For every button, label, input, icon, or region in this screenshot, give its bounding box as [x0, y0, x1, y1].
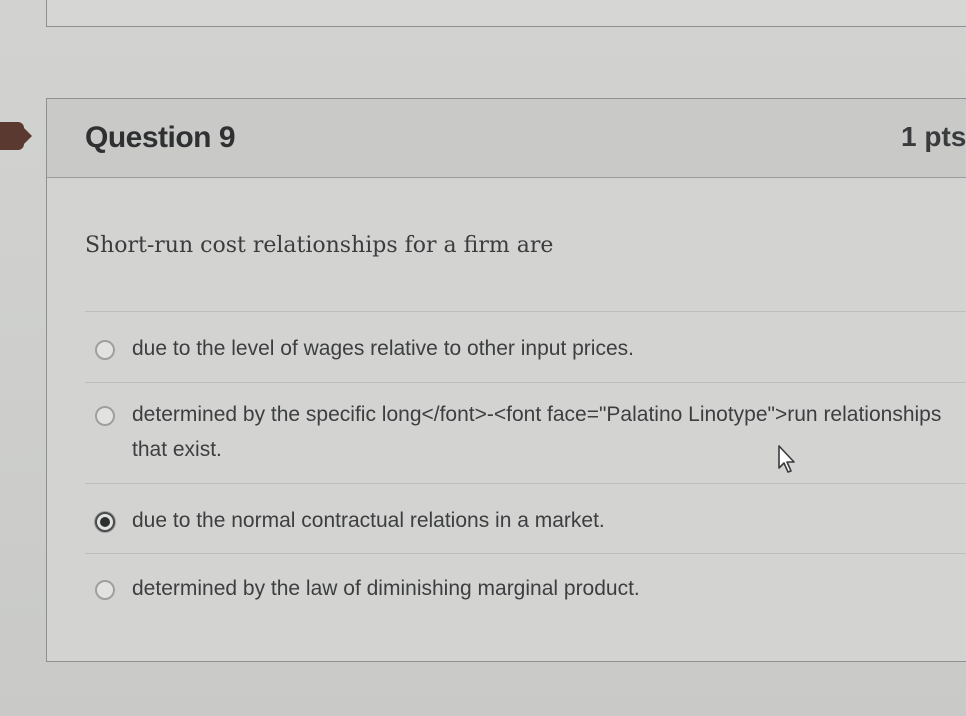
question-card: Question 9 1 pts Short-run cost relation…	[46, 98, 966, 662]
question-header: Question 9 1 pts	[47, 99, 966, 178]
question-text: Short-run cost relationships for a firm …	[85, 233, 554, 258]
answer-option-4[interactable]: determined by the law of diminishing mar…	[95, 577, 955, 606]
answer-divider	[85, 553, 966, 554]
mouse-pointer-icon	[778, 445, 795, 473]
question-flag-icon[interactable]	[0, 122, 32, 150]
radio-button-icon[interactable]	[95, 406, 115, 426]
question-title: Question 9	[85, 121, 236, 154]
answer-label: determined by the specific long</font>-<…	[132, 403, 942, 461]
answer-label: due to the normal contractual relations …	[132, 509, 605, 532]
answer-option-3[interactable]: due to the normal contractual relations …	[95, 509, 955, 538]
answer-option-2[interactable]: determined by the specific long</font>-<…	[95, 403, 955, 467]
radio-button-selected-icon[interactable]	[95, 512, 115, 532]
answer-label: determined by the law of diminishing mar…	[132, 577, 640, 600]
answer-label: due to the level of wages relative to ot…	[132, 337, 634, 360]
radio-button-icon[interactable]	[95, 580, 115, 600]
answer-divider	[85, 382, 966, 383]
answer-divider	[85, 311, 966, 312]
answer-option-1[interactable]: due to the level of wages relative to ot…	[95, 337, 955, 366]
answer-divider	[85, 483, 966, 484]
previous-question-card	[46, 0, 966, 27]
radio-button-icon[interactable]	[95, 340, 115, 360]
question-points: 1 pts	[901, 121, 966, 152]
